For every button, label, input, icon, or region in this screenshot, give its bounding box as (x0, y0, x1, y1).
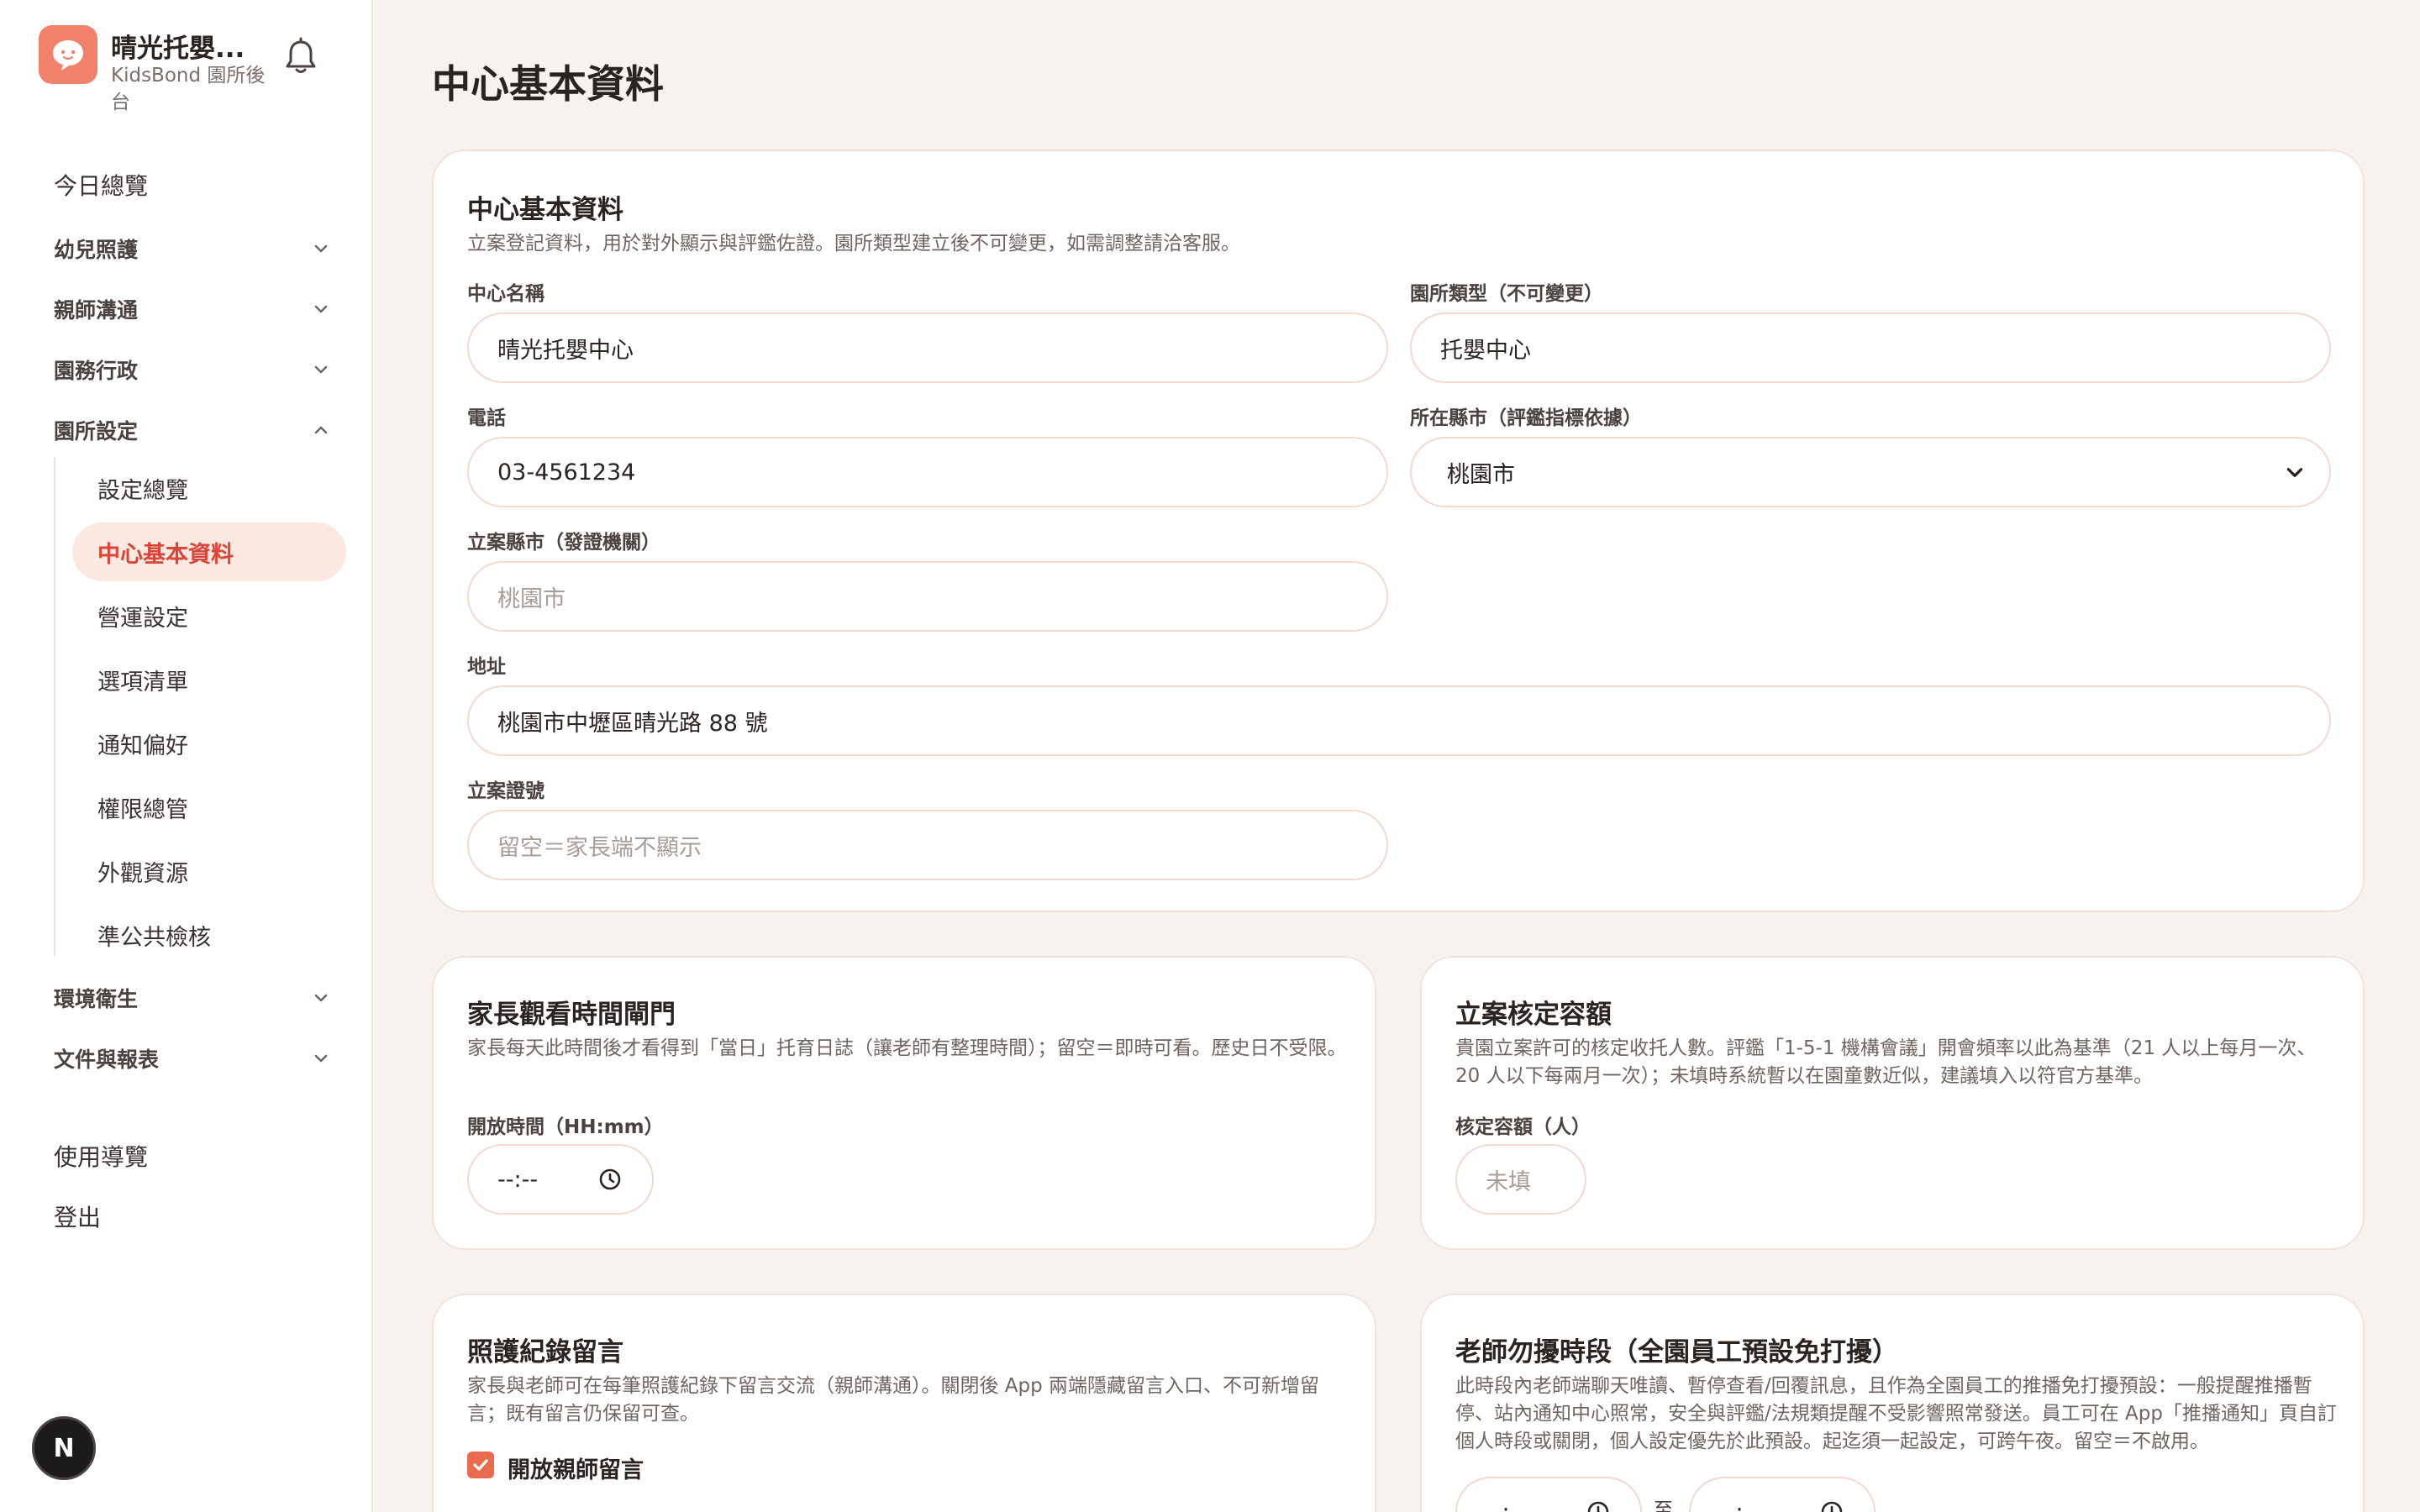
center-type-input: 托嬰中心 (1410, 312, 2331, 383)
chevron-down-icon (314, 1054, 328, 1063)
card-title: 照護紀錄留言 (467, 1337, 623, 1368)
county-select-value: 桃園市 (1447, 461, 1515, 488)
comments-checkbox[interactable] (467, 1452, 494, 1478)
reg-county-input[interactable]: 桃園市 (467, 561, 1388, 632)
brand-header: 晴光托嬰... KidsBond 園所後台 (39, 25, 358, 118)
address-label: 地址 (467, 656, 506, 678)
comments-card: 照護紀錄留言 家長與老師可在每筆照護紀錄下留言交流（親師溝通）。關閉後 App … (432, 1294, 1376, 1512)
sidebar-subitem-label: 營運設定 (97, 605, 188, 632)
chevron-down-icon (314, 365, 328, 374)
sidebar-item-label: 親師溝通 (54, 298, 139, 323)
dnd-card: 老師勿擾時段（全園員工預設免打擾） 此時段內老師端聊天唯讀、暫停查看/回覆訊息，… (1420, 1294, 2365, 1512)
app-name: 晴光托嬰... (111, 34, 245, 64)
dnd-start-input[interactable]: --:-- (1455, 1477, 1642, 1512)
page-title: 中心基本資料 (432, 61, 664, 107)
card-title: 中心基本資料 (467, 195, 623, 225)
card-title: 老師勿擾時段（全園員工預設免打擾） (1455, 1337, 1898, 1368)
center-name-input[interactable]: 晴光托嬰中心 (467, 312, 1388, 383)
sidebar-item-label: 幼兒照護 (54, 238, 139, 262)
clock-icon[interactable] (1586, 1500, 1610, 1512)
sidebar-subitem-overview[interactable]: 設定總覽 (72, 459, 346, 517)
submenu-rail (54, 457, 55, 956)
sidebar-subitem-appearance[interactable]: 外觀資源 (72, 842, 346, 900)
open-time-input[interactable]: --:-- (467, 1144, 654, 1215)
dnd-range-separator: 至 (1654, 1499, 1673, 1512)
chevron-down-icon (314, 244, 328, 253)
parent-gate-card: 家長觀看時間閘門 家長每天此時間後才看得到「當日」托育日誌（讓老師有整理時間）；… (432, 956, 1376, 1250)
center-type-label: 園所類型（不可變更） (1410, 283, 1603, 305)
open-time-value: --:-- (497, 1166, 539, 1193)
chevron-down-icon (314, 305, 328, 313)
sidebar-item-label: 環境衛生 (54, 987, 139, 1011)
app-subtitle: KidsBond 園所後台 (111, 65, 266, 113)
sidebar-item-admin[interactable]: 園務行政 (54, 346, 331, 393)
dev-badge[interactable]: N (32, 1416, 96, 1480)
card-description: 家長每天此時間後才看得到「當日」托育日誌（讓老師有整理時間）；留空＝即時可看。歷… (467, 1037, 1347, 1059)
sidebar-item-label: 園務行政 (54, 359, 139, 383)
sidebar-subitem-operations[interactable]: 營運設定 (72, 586, 346, 645)
cert-number-input[interactable]: 留空＝家長端不顯示 (467, 810, 1388, 880)
sidebar-item-child-care[interactable]: 幼兒照護 (54, 225, 331, 272)
dnd-start-value: --:-- (1486, 1499, 1527, 1512)
sidebar-item-parent-teacher[interactable]: 親師溝通 (54, 286, 331, 333)
card-description: 貴園立案許可的核定收托人數。評鑑「1-5-1 機構會議」開會頻率以此為基準（21… (1455, 1037, 2317, 1087)
sidebar-item-label: 登出 (54, 1204, 102, 1231)
sidebar-subitem-basic-info[interactable]: 中心基本資料 (72, 522, 346, 581)
card-description: 家長與老師可在每筆照護紀錄下留言交流（親師溝通）。關閉後 App 兩端隱藏留言入… (467, 1375, 1320, 1425)
card-description: 此時段內老師端聊天唯讀、暫停查看/回覆訊息，且作為全園員工的推播免打擾預設：一般… (1455, 1375, 2337, 1452)
phone-label: 電話 (467, 407, 506, 429)
card-title: 立案核定容額 (1455, 1000, 1612, 1030)
app-logo (39, 25, 97, 84)
sidebar-subitem-label: 通知偏好 (97, 732, 188, 759)
sidebar-item-guide[interactable]: 使用導覽 (54, 1132, 331, 1179)
sidebar-item-documents[interactable]: 文件與報表 (54, 1035, 331, 1082)
center-name-label: 中心名稱 (467, 283, 544, 305)
chevron-up-icon (314, 426, 328, 434)
sidebar-subitem-label: 中心基本資料 (97, 541, 234, 568)
sidebar-subitem-public-check[interactable]: 準公共檢核 (72, 906, 346, 964)
open-time-label: 開放時間（HH:mm） (467, 1116, 664, 1138)
sidebar-subitem-notifications[interactable]: 通知偏好 (72, 714, 346, 773)
card-description: 立案登記資料，用於對外顯示與評鑑佐證。園所類型建立後不可變更，如需調整請洽客服。 (467, 233, 1240, 255)
sidebar-subitem-label: 設定總覽 (97, 477, 188, 504)
card-title: 家長觀看時間閘門 (467, 1000, 676, 1030)
comments-checkbox-label[interactable]: 開放親師留言 (508, 1452, 644, 1484)
cert-number-label: 立案證號 (467, 780, 544, 802)
capacity-input[interactable]: 未填 (1455, 1144, 1586, 1215)
sidebar-item-settings[interactable]: 園所設定 (54, 407, 331, 454)
basic-info-card: 中心基本資料 立案登記資料，用於對外顯示與評鑑佐證。園所類型建立後不可變更，如需… (432, 150, 2365, 912)
sidebar-subitem-label: 準公共檢核 (97, 924, 211, 951)
reg-county-label: 立案縣市（發證機關） (467, 532, 660, 554)
sidebar-subitem-option-lists[interactable]: 選項清單 (72, 650, 346, 709)
check-icon (473, 1459, 488, 1471)
sidebar: 晴光托嬰... KidsBond 園所後台 今日總覽 幼兒照護 親師溝通 園務行… (0, 0, 373, 1512)
clock-icon[interactable] (1820, 1500, 1844, 1512)
chevron-down-icon (2286, 468, 2303, 477)
clock-icon[interactable] (598, 1168, 622, 1191)
address-input[interactable]: 桃園市中壢區晴光路 88 號 (467, 685, 2331, 756)
bell-icon[interactable] (282, 37, 319, 77)
dnd-end-value: --:-- (1719, 1499, 1760, 1512)
sidebar-item-label: 園所設定 (54, 419, 139, 444)
sidebar-subitem-label: 外觀資源 (97, 860, 188, 887)
sidebar-item-label: 今日總覽 (54, 172, 149, 200)
sidebar-subitem-label: 選項清單 (97, 669, 188, 696)
dnd-end-input[interactable]: --:-- (1689, 1477, 1876, 1512)
sidebar-item-hygiene[interactable]: 環境衛生 (54, 974, 331, 1021)
chevron-down-icon (314, 994, 328, 1002)
sidebar-subitem-permissions[interactable]: 權限總管 (72, 778, 346, 837)
county-select[interactable]: 桃園市 (1410, 437, 2331, 507)
sidebar-item-logout[interactable]: 登出 (54, 1193, 331, 1240)
sidebar-item-today[interactable]: 今日總覽 (54, 161, 331, 208)
capacity-label: 核定容額（人） (1455, 1116, 1591, 1138)
sidebar-subitem-label: 權限總管 (97, 796, 188, 823)
phone-input[interactable]: 03-4561234 (467, 437, 1388, 507)
sidebar-item-label: 文件與報表 (54, 1047, 160, 1072)
sidebar-item-label: 使用導覽 (54, 1143, 149, 1171)
county-label: 所在縣市（評鑑指標依據） (1410, 407, 1642, 429)
capacity-card: 立案核定容額 貴園立案許可的核定收托人數。評鑑「1-5-1 機構會議」開會頻率以… (1420, 956, 2365, 1250)
